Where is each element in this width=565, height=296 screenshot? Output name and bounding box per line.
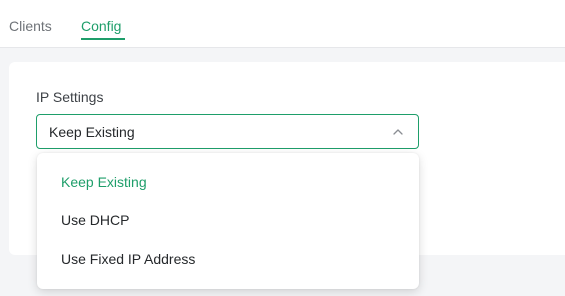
option-use-fixed-ip-address[interactable]: Use Fixed IP Address: [37, 240, 419, 278]
tab-bar: Clients Config: [0, 0, 565, 48]
chevron-up-icon: [393, 129, 403, 135]
option-label: Use Fixed IP Address: [61, 251, 196, 267]
ip-settings-dropdown-menu: Keep Existing Use DHCP Use Fixed IP Addr…: [37, 153, 419, 289]
ip-settings-selected-value: Keep Existing: [49, 124, 135, 140]
option-label: Use DHCP: [61, 212, 130, 228]
option-label: Keep Existing: [61, 174, 147, 190]
ip-settings-label: IP Settings: [36, 89, 104, 105]
active-tab-indicator: [81, 38, 125, 40]
ip-settings-select[interactable]: Keep Existing: [36, 114, 419, 149]
option-keep-existing[interactable]: Keep Existing: [37, 163, 419, 201]
tab-config[interactable]: Config: [81, 17, 121, 35]
tab-clients[interactable]: Clients: [9, 17, 52, 35]
option-use-dhcp[interactable]: Use DHCP: [37, 201, 419, 239]
app-root: Clients Config IP Settings Keep Existing…: [0, 0, 565, 296]
